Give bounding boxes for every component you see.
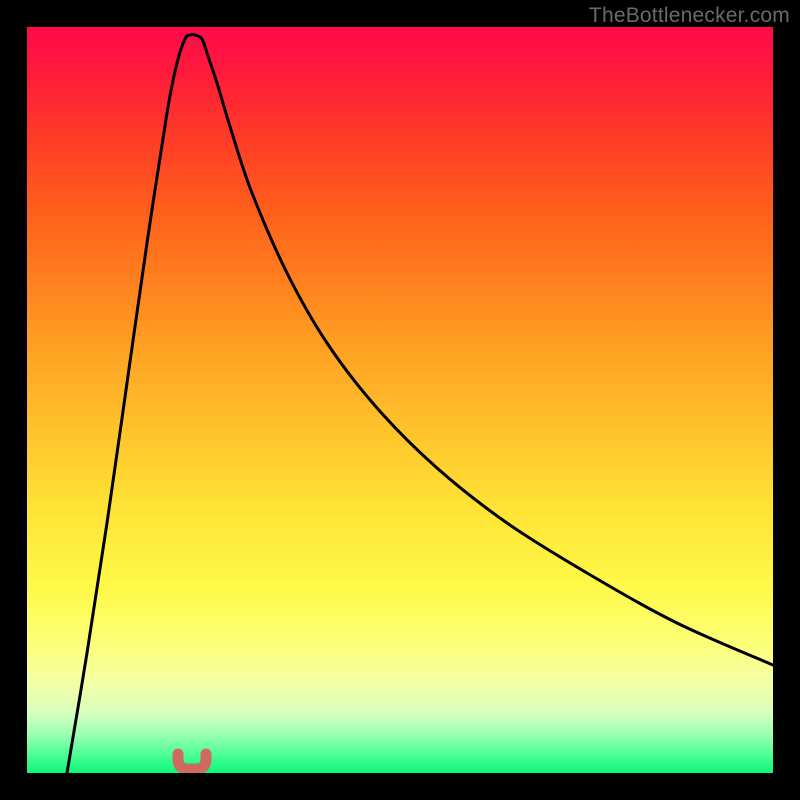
min-marker — [178, 754, 206, 769]
chart-svg — [27, 27, 773, 773]
watermark-label: TheBottlenecker.com — [589, 4, 790, 28]
bottleneck-curve — [67, 35, 773, 774]
chart-frame — [27, 27, 773, 773]
